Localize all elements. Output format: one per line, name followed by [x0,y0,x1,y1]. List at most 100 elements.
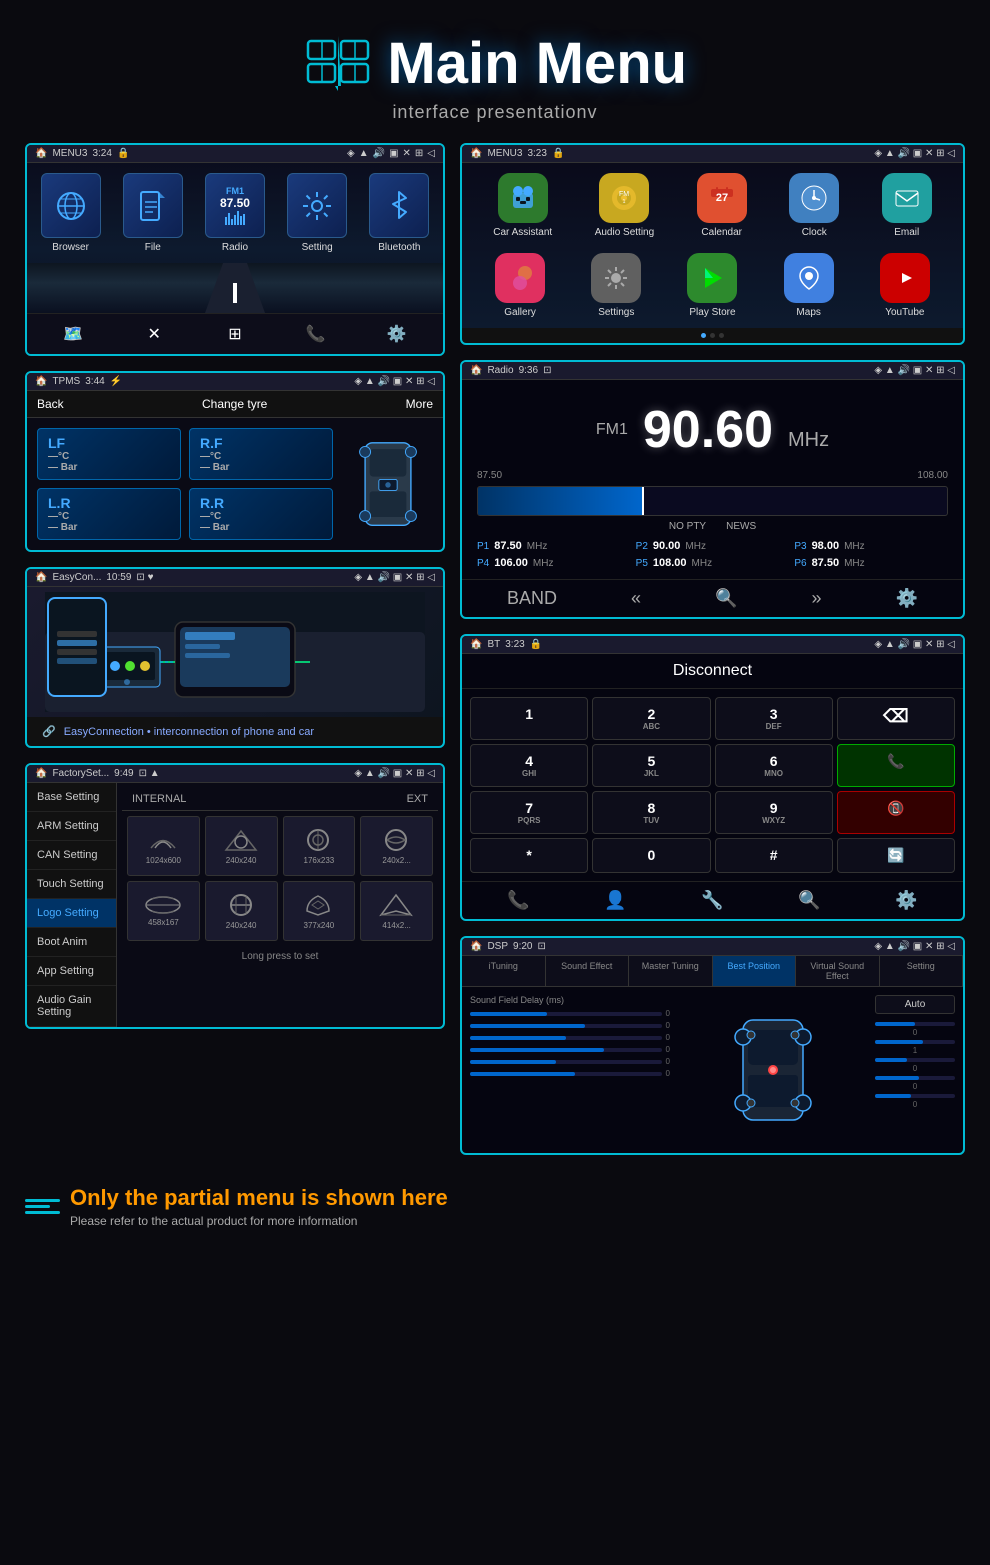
sidebar-logo-setting[interactable]: Logo Setting [27,899,116,928]
panel-radio: 🏠 Radio 9:36 ⊡ ◈ ▲ 🔊 ▣ ✕ ⊞ ◁ FM1 90.60 M… [460,360,965,619]
logo-item-3[interactable]: 240x2... [360,816,433,876]
slider-3[interactable]: 0 [470,1033,670,1042]
slider-4[interactable]: 0 [470,1045,670,1054]
dial-7[interactable]: 7PQRS [470,791,588,834]
bt-config-icon[interactable]: 🔧 [701,890,723,911]
dial-star[interactable]: * [470,838,588,873]
app-audio-setting[interactable]: FM 1 Audio Setting [595,173,655,238]
easy-footer-text: EasyConnection • interconnection of phon… [64,726,314,738]
freq-bar[interactable]: // Generate random-looking signal bars v… [477,486,948,516]
preset-p4[interactable]: P4 106.00 MHz [477,557,631,569]
preset-p2[interactable]: P2 90.00 MHz [636,540,790,552]
tyre-lf[interactable]: LF —°C — Bar [37,428,181,480]
dial-refresh[interactable]: 🔄 [837,838,955,873]
preset-p6[interactable]: P6 87.50 MHz [794,557,948,569]
radio-settings-btn[interactable]: ⚙️ [896,588,918,609]
app-clock[interactable]: Clock [789,173,839,238]
app-playstore[interactable]: Play Store [687,253,737,318]
app-radio[interactable]: FM1 87.50 [200,173,270,253]
tpms-more[interactable]: More [406,397,433,411]
slider-6[interactable]: 0 [470,1069,670,1078]
slider-5[interactable]: 0 [470,1057,670,1066]
dial-4[interactable]: 4GHI [470,744,588,787]
dial-hash[interactable]: # [715,838,833,873]
sidebar-app-setting[interactable]: App Setting [27,957,116,986]
dial-hangup[interactable]: 📵 [837,791,955,834]
svg-text:27: 27 [716,192,728,204]
dial-8[interactable]: 8TUV [592,791,710,834]
logo-item-2[interactable]: 176x233 [283,816,356,876]
nav-settings[interactable]: ⚙️ [383,320,411,348]
status-bar-dsp: 🏠 DSP 9:20 ⊡ ◈ ▲ 🔊 ▣ ✕ ⊞ ◁ [462,938,963,956]
logo-item-4[interactable]: 458x167 [127,881,200,941]
app-maps[interactable]: Maps [784,253,834,318]
band-btn[interactable]: BAND [507,588,557,609]
dial-0[interactable]: 0 [592,838,710,873]
logo-item-0[interactable]: 1024x600 [127,816,200,876]
bt-call-icon[interactable]: 📞 [507,890,529,911]
app-file[interactable]: File [118,173,188,253]
app-bluetooth[interactable]: Bluetooth [364,173,434,253]
tab-master-tuning[interactable]: Master Tuning [629,956,713,986]
home-icon[interactable]: 🏠 [35,148,47,159]
nav-phone[interactable]: 📞 [302,320,330,348]
slider-1[interactable]: 0 [470,1009,670,1018]
nav-close[interactable]: ✕ [140,320,168,348]
radio-controls: BAND « 🔍 » ⚙️ [462,579,963,617]
bt-search-icon[interactable]: 🔍 [798,890,820,911]
sidebar-base-setting[interactable]: Base Setting [27,783,116,812]
preset-p5[interactable]: P5 108.00 MHz [636,557,790,569]
tyre-rr[interactable]: R.R —°C — Bar [189,488,333,540]
nav-grid[interactable]: ⊞ [221,320,249,348]
app-gallery[interactable]: Gallery [495,253,545,318]
dial-9[interactable]: 9WXYZ [715,791,833,834]
dial-del[interactable]: ⌫ [837,697,955,740]
sidebar-touch-setting[interactable]: Touch Setting [27,870,116,899]
logo-item-6[interactable]: 377x240 [283,881,356,941]
slider-2[interactable]: 0 [470,1021,670,1030]
bt-contacts-icon[interactable]: 👤 [604,890,626,911]
app-calendar[interactable]: 27 Calendar [697,173,747,238]
dial-2[interactable]: 2ABC [592,697,710,740]
dial-6[interactable]: 6MNO [715,744,833,787]
logo-item-1[interactable]: 240x240 [205,816,278,876]
easy-display [27,587,443,717]
tab-best-position[interactable]: Best Position [713,956,797,986]
next-btn[interactable]: » [812,588,822,609]
app-car-assistant[interactable]: Car Assistant [493,173,552,238]
auto-btn[interactable]: Auto [875,995,955,1014]
app-email[interactable]: Email [882,173,932,238]
search-btn[interactable]: 🔍 [715,588,737,609]
panel-factory: 🏠 FactorySet... 9:49 ⊡ ▲ ◈ ▲ 🔊 ▣ ✕ ⊞ ◁ B… [25,763,445,1029]
logo-item-5[interactable]: 240x240 [205,881,278,941]
app-youtube[interactable]: YouTube [880,253,930,318]
sidebar-audio-gain[interactable]: Audio Gain Setting [27,986,116,1027]
dsp-val-2: 1 [875,1040,955,1055]
prev-btn[interactable]: « [631,588,641,609]
tyre-lr-temp: —°C [48,511,170,522]
tab-setting[interactable]: Setting [880,956,964,986]
nav-map[interactable]: 🗺️ [59,320,87,348]
sidebar-arm-setting[interactable]: ARM Setting [27,812,116,841]
dial-1[interactable]: 1 [470,697,588,740]
home-tpms[interactable]: 🏠 [35,376,47,387]
tab-ituning[interactable]: iTuning [462,956,546,986]
sidebar-boot-anim[interactable]: Boot Anim [27,928,116,957]
tab-sound-effect[interactable]: Sound Effect [546,956,630,986]
logo-item-7[interactable]: 414x2... [360,881,433,941]
dial-5[interactable]: 5JKL [592,744,710,787]
preset-p1[interactable]: P1 87.50 MHz [477,540,631,552]
dial-3[interactable]: 3DEF [715,697,833,740]
bt-settings-icon[interactable]: ⚙️ [895,890,917,911]
tab-virtual[interactable]: Virtual Sound Effect [796,956,880,986]
preset-p3[interactable]: P3 98.00 MHz [794,540,948,552]
app-settings[interactable]: Settings [591,253,641,318]
app-setting[interactable]: Setting [282,173,352,253]
p1-freq: 87.50 [494,540,522,552]
tyre-lr[interactable]: L.R —°C — Bar [37,488,181,540]
sidebar-can-setting[interactable]: CAN Setting [27,841,116,870]
dial-call[interactable]: 📞 [837,744,955,787]
tpms-back[interactable]: Back [37,397,64,411]
tyre-rf[interactable]: R.F —°C — Bar [189,428,333,480]
app-browser[interactable]: Browser [36,173,106,253]
